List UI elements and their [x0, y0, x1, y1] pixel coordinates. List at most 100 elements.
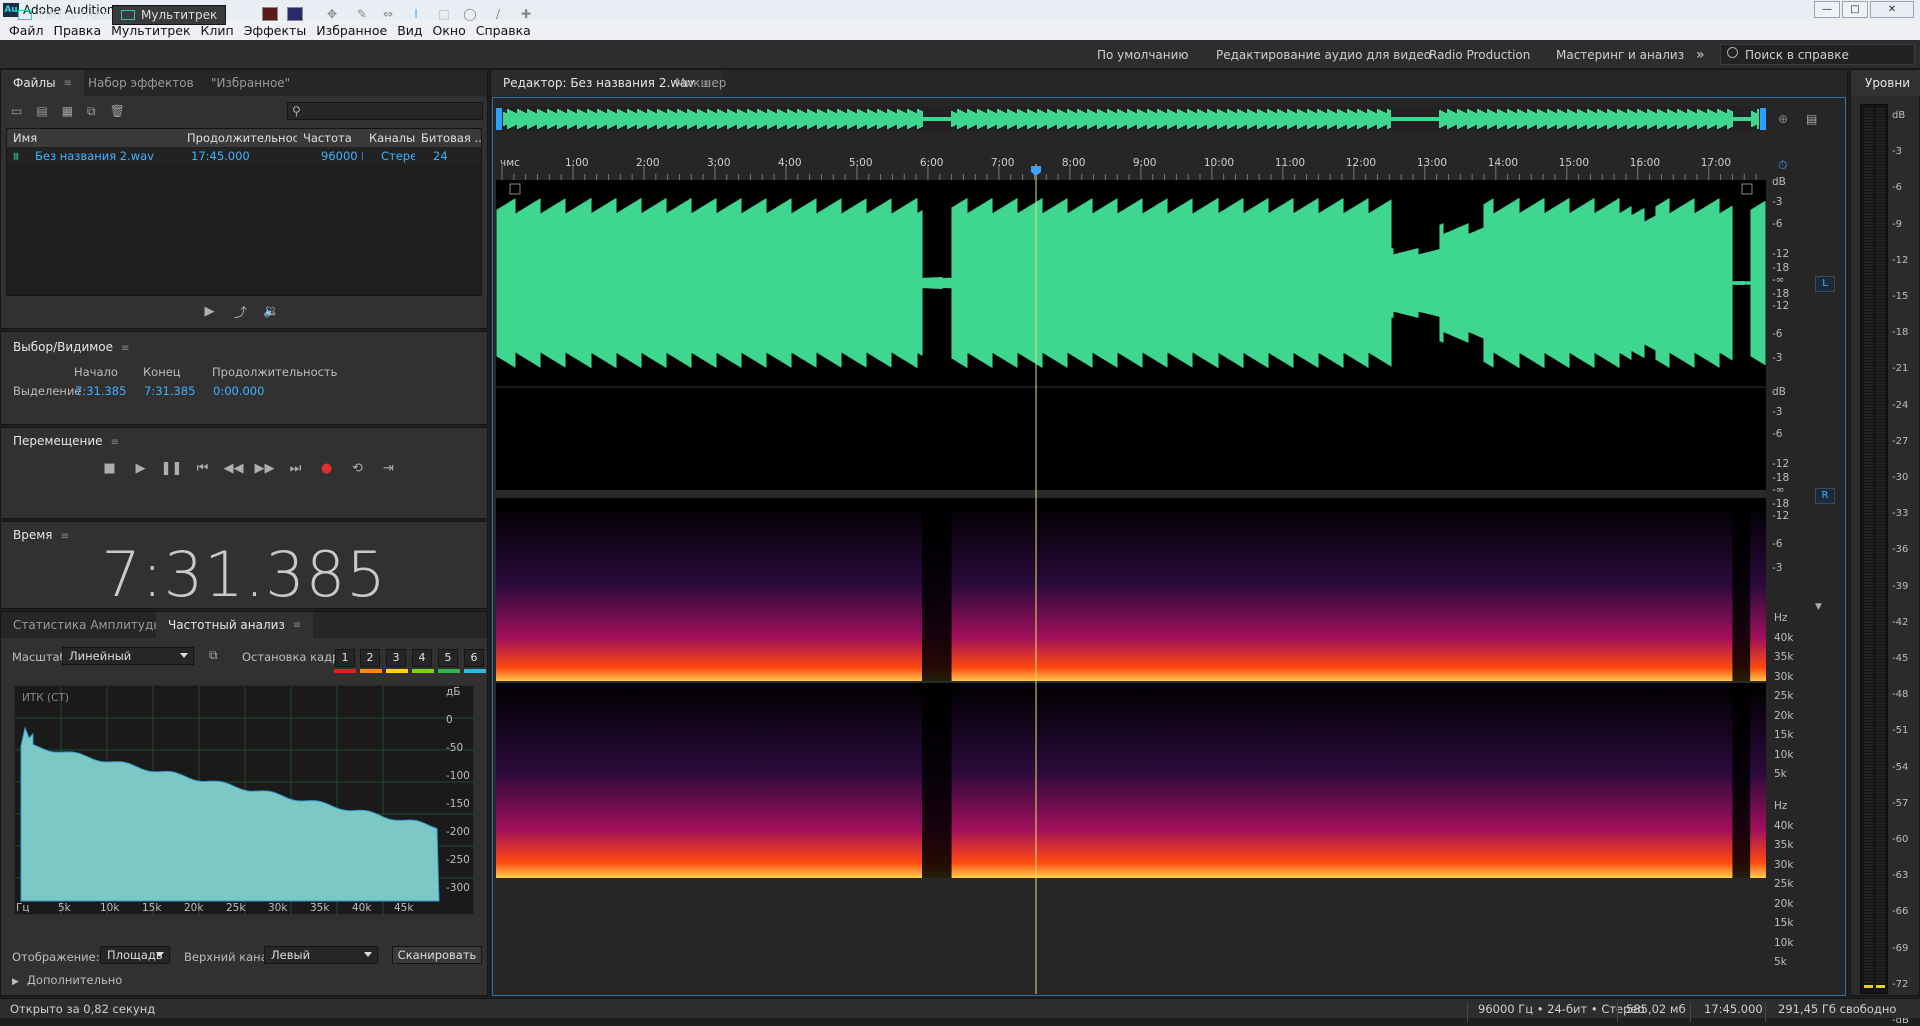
skip-selection-icon[interactable]: ⇥	[373, 461, 404, 476]
channel-left-toggle[interactable]: L	[1815, 276, 1835, 292]
slip-tool-icon[interactable]: ⇔	[380, 7, 396, 21]
channel-right-toggle[interactable]: R	[1815, 488, 1835, 504]
close-button[interactable]: ✕	[1870, 1, 1914, 18]
minimize-button[interactable]: —	[1814, 1, 1840, 18]
advanced-toggle[interactable]: ▶ Дополнительно	[12, 973, 122, 987]
workspace-radio[interactable]: Radio Production	[1429, 40, 1530, 69]
brush-tool-icon[interactable]: ∕	[490, 7, 506, 21]
tab-favorites[interactable]: "Избранное"	[199, 70, 302, 96]
selection-end-field[interactable]: 7:31.385	[144, 384, 195, 398]
overview-right-handle[interactable]	[1760, 108, 1766, 130]
lasso-tool-icon[interactable]: ◯	[462, 7, 478, 21]
menu-view[interactable]: Вид	[392, 23, 427, 38]
rewind-icon[interactable]: ◀◀	[218, 461, 249, 476]
freeze-frame-5-button[interactable]: 5	[438, 649, 458, 667]
marquee-tool-icon[interactable]: ⬚	[436, 7, 452, 21]
menu-effects[interactable]: Эффекты	[239, 23, 312, 38]
stop-icon[interactable]: ■	[94, 461, 125, 476]
freeze-frame-4-button[interactable]: 4	[412, 649, 432, 667]
play-icon[interactable]: ▶	[125, 461, 156, 476]
fast-forward-icon[interactable]: ▶▶	[249, 461, 280, 476]
workspace-video[interactable]: Редактирование аудио для видео	[1216, 40, 1431, 69]
move-tool-icon[interactable]: ✥	[324, 7, 340, 21]
workspace-more-icon[interactable]: »	[1696, 40, 1705, 69]
ruler-label: 6:00	[920, 157, 944, 169]
overview-left-handle[interactable]	[496, 108, 502, 130]
zoom-icon[interactable]: ⊕	[1778, 112, 1788, 126]
scale-dropdown[interactable]: Линейный	[62, 647, 194, 665]
panel-menu-icon[interactable]: ≡	[111, 437, 119, 448]
top-channel-dropdown[interactable]: Левый	[264, 946, 378, 964]
db-label: -∞	[1772, 274, 1785, 286]
freeze-frame-6-button[interactable]: 6	[464, 649, 484, 667]
preview-export-icon[interactable]: ⤴	[225, 302, 256, 321]
ruler-label: 3:00	[707, 157, 731, 169]
panel-menu-icon[interactable]: ≡	[293, 620, 301, 631]
frequency-axis-label: 45k	[394, 902, 414, 914]
go-to-start-icon[interactable]: ⏮	[187, 461, 218, 476]
go-to-end-icon[interactable]: ⏭	[280, 461, 311, 476]
multitrack-view-button[interactable]: Мультитрек	[112, 5, 227, 25]
scan-button[interactable]: Сканировать	[392, 946, 482, 964]
insert-multitrack-icon[interactable]: ⧉	[87, 104, 96, 119]
level-scale-label: -33	[1892, 508, 1909, 520]
razor-tool-icon[interactable]: ✎	[354, 7, 370, 21]
open-file-icon[interactable]: ▭	[11, 104, 22, 119]
panel-menu-icon[interactable]: ≡	[121, 343, 129, 354]
help-search-input[interactable]: Поиск в справке	[1720, 44, 1915, 65]
workspace-default[interactable]: По умолчанию	[1097, 40, 1189, 69]
new-file-icon[interactable]: ▦	[62, 104, 73, 119]
level-scale-label: -18	[1892, 327, 1909, 339]
workspace-mastering[interactable]: Мастеринг и анализ	[1556, 40, 1684, 69]
freeze-frame-2-button[interactable]: 2	[360, 649, 380, 667]
tab-effects-rack[interactable]: Набор эффектов	[76, 70, 206, 96]
preview-volume-icon[interactable]: 🔉	[256, 304, 287, 319]
selection-duration-field[interactable]: 0:00.000	[213, 384, 264, 398]
waveform-view-button[interactable]: Тип сигнала	[18, 5, 116, 25]
menu-window[interactable]: Окно	[428, 23, 471, 38]
db-axis-label: дБ	[446, 686, 461, 698]
view-options-icon[interactable]: ▤	[1806, 112, 1817, 126]
tab-amplitude-statistics[interactable]: Статистика Амплитуды	[1, 612, 175, 638]
pause-icon[interactable]: ❚❚	[156, 461, 187, 476]
copy-icon[interactable]: ⧉	[209, 648, 218, 663]
spectral-frequency-icon[interactable]	[262, 7, 278, 21]
import-file-icon[interactable]: ▤	[36, 104, 47, 119]
view-divider[interactable]	[496, 490, 1766, 497]
tab-levels[interactable]: Уровни	[1851, 70, 1920, 96]
overview-waveform	[503, 109, 1759, 129]
tab-files[interactable]: Файлы ≡	[1, 70, 85, 96]
ruler-label: 12:00	[1346, 157, 1376, 169]
file-filter-input[interactable]: ⚲	[287, 102, 483, 120]
delete-file-icon[interactable]: 🗑	[110, 104, 125, 119]
db-axis-label: -100	[446, 770, 470, 782]
freeze-frame-color-5	[438, 669, 460, 673]
table-row[interactable]: ⩩Без названия 2.wav 17:45.000 96000 Гц С…	[7, 147, 481, 165]
spectral-pitch-icon[interactable]	[287, 7, 303, 21]
current-time-display: 7:31.385	[101, 538, 387, 611]
status-bar: Открыто за 0,82 секунд 96000 Гц • 24-бит…	[0, 998, 1920, 1022]
tab-mixer[interactable]: Микшер	[663, 70, 738, 96]
freeze-frame-1-button[interactable]: 1	[335, 649, 355, 667]
time-display-icon[interactable]: ⏱	[1778, 158, 1787, 173]
db-axis-label: -250	[446, 854, 470, 866]
frequency-graph[interactable]: ИТК (СТ)	[14, 685, 475, 916]
display-dropdown[interactable]: Площадь	[100, 946, 170, 964]
menu-favorites[interactable]: Избранное	[311, 23, 392, 38]
panel-menu-icon[interactable]: ≡	[64, 78, 72, 89]
level-scale-label: -12	[1892, 254, 1909, 266]
freeze-frame-3-button[interactable]: 3	[386, 649, 406, 667]
waveform-file-icon: ⩩	[13, 149, 20, 163]
menu-help[interactable]: Справка	[471, 23, 536, 38]
preview-play-icon[interactable]: ▶	[194, 304, 225, 319]
spot-healing-tool-icon[interactable]: ✚	[518, 7, 534, 21]
loop-icon[interactable]: ⟲	[342, 461, 373, 476]
waveform-editor[interactable]: чмс 1:00 2:00 3:00 4:00 5:00 6:00 7:00 8:00 9:00 1…	[496, 104, 1842, 994]
selection-start-field[interactable]: 7:31.385	[75, 384, 126, 398]
status-free-space: 291,45 Гб свободно	[1778, 1002, 1897, 1016]
record-icon[interactable]: ●	[311, 461, 342, 476]
scroll-down-icon[interactable]: ▼	[1815, 602, 1822, 612]
time-selection-tool-icon[interactable]: I	[408, 7, 424, 21]
maximize-button[interactable]: □	[1842, 1, 1868, 18]
tab-frequency-analysis[interactable]: Частотный анализ ≡	[156, 612, 314, 638]
